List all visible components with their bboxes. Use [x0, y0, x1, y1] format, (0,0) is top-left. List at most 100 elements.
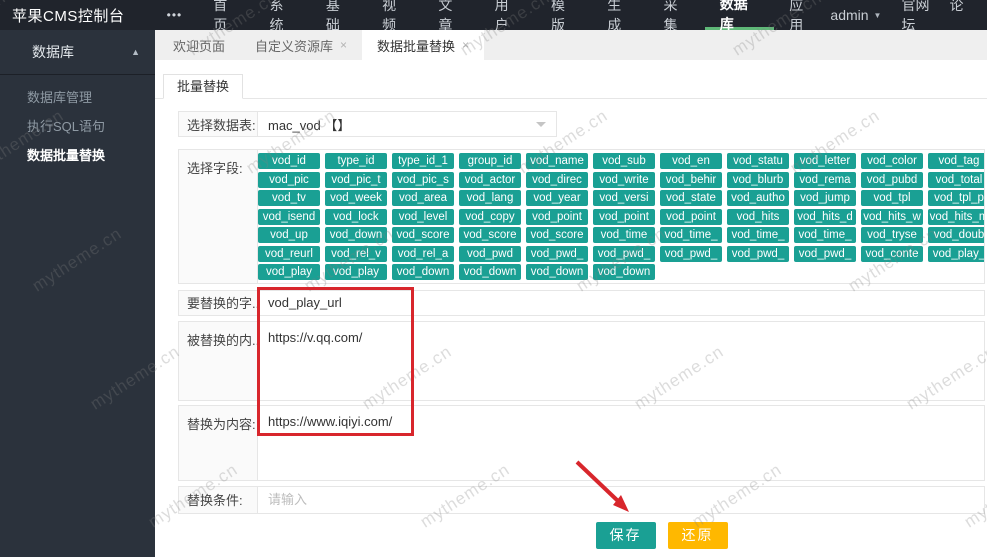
save-button[interactable]: 保存: [596, 522, 656, 549]
field-button-vod_tpl[interactable]: vod_tpl: [861, 190, 923, 206]
field-button-vod_point[interactable]: vod_point: [660, 209, 722, 225]
field-button-vod_blurb[interactable]: vod_blurb: [727, 172, 789, 188]
sidebar-group-database[interactable]: 数据库 ▲: [0, 30, 155, 75]
tab-数据批量替换[interactable]: 数据批量替换×: [362, 30, 484, 60]
nav-item-系统[interactable]: 系统: [255, 0, 311, 30]
field-button-vod_conte[interactable]: vod_conte: [861, 246, 923, 262]
field-button-vod_time_[interactable]: vod_time_: [794, 227, 856, 243]
nav-item-采集[interactable]: 采集: [649, 0, 705, 30]
field-button-vod_tv[interactable]: vod_tv: [258, 190, 320, 206]
tab-batch-replace[interactable]: 批量替换: [163, 74, 243, 99]
field-button-vod_year[interactable]: vod_year: [526, 190, 588, 206]
user-menu[interactable]: admin ▼: [830, 7, 881, 23]
field-button-vod_lock[interactable]: vod_lock: [325, 209, 387, 225]
field-button-vod_time_[interactable]: vod_time_: [660, 227, 722, 243]
field-button-vod_down[interactable]: vod_down: [325, 227, 387, 243]
field-button-vod_area[interactable]: vod_area: [392, 190, 454, 206]
field-button-group_id[interactable]: group_id: [459, 153, 521, 169]
search-content-textarea[interactable]: https://v.qq.com/: [258, 322, 984, 400]
field-button-vod_rel_v[interactable]: vod_rel_v: [325, 246, 387, 262]
field-button-vod_copy[interactable]: vod_copy: [459, 209, 521, 225]
condition-input[interactable]: [258, 487, 984, 513]
field-button-vod_pwd_[interactable]: vod_pwd_: [727, 246, 789, 262]
nav-item-首页[interactable]: 首页: [198, 0, 254, 30]
field-button-vod_jump[interactable]: vod_jump: [794, 190, 856, 206]
field-button-vod_pwd_[interactable]: vod_pwd_: [660, 246, 722, 262]
field-button-vod_down[interactable]: vod_down: [526, 264, 588, 280]
field-button-vod_statu[interactable]: vod_statu: [727, 153, 789, 169]
field-button-vod_play_[interactable]: vod_play_: [928, 246, 984, 262]
field-button-vod_reurl[interactable]: vod_reurl: [258, 246, 320, 262]
nav-item-模版[interactable]: 模版: [536, 0, 592, 30]
field-button-vod_down[interactable]: vod_down: [459, 264, 521, 280]
field-button-vod_time[interactable]: vod_time: [593, 227, 655, 243]
field-button-vod_tpl_p[interactable]: vod_tpl_p: [928, 190, 984, 206]
nav-item-基础[interactable]: 基础: [311, 0, 367, 30]
field-button-vod_pwd_[interactable]: vod_pwd_: [794, 246, 856, 262]
nav-item-应用[interactable]: 应用: [774, 0, 830, 30]
field-button-vod_pubd[interactable]: vod_pubd: [861, 172, 923, 188]
nav-item-生成[interactable]: 生成: [592, 0, 648, 30]
field-button-vod_play[interactable]: vod_play: [258, 264, 320, 280]
sidebar-item-数据批量替换[interactable]: 数据批量替换: [0, 141, 155, 170]
close-icon[interactable]: ×: [340, 39, 347, 51]
nav-item-用户[interactable]: 用户: [480, 0, 536, 30]
replace-content-textarea[interactable]: https://www.iqiyi.com/: [258, 406, 984, 480]
field-button-vod_behir[interactable]: vod_behir: [660, 172, 722, 188]
field-button-vod_rel_a[interactable]: vod_rel_a: [392, 246, 454, 262]
tab-自定义资源库[interactable]: 自定义资源库×: [240, 30, 362, 60]
field-button-vod_pwd_[interactable]: vod_pwd_: [526, 246, 588, 262]
field-button-vod_point[interactable]: vod_point: [526, 209, 588, 225]
close-icon[interactable]: ×: [462, 39, 469, 51]
field-button-vod_hits_w[interactable]: vod_hits_w: [861, 209, 923, 225]
table-select[interactable]: mac_vod 【】: [258, 112, 556, 136]
field-button-vod_name[interactable]: vod_name: [526, 153, 588, 169]
field-button-vod_week[interactable]: vod_week: [325, 190, 387, 206]
field-button-vod_score[interactable]: vod_score: [459, 227, 521, 243]
field-button-vod_pwd_[interactable]: vod_pwd_: [593, 246, 655, 262]
field-button-vod_tag[interactable]: vod_tag: [928, 153, 984, 169]
field-button-vod_down[interactable]: vod_down: [392, 264, 454, 280]
field-button-vod_pic[interactable]: vod_pic: [258, 172, 320, 188]
field-button-vod_up[interactable]: vod_up: [258, 227, 320, 243]
field-button-vod_write[interactable]: vod_write: [593, 172, 655, 188]
field-button-vod_down[interactable]: vod_down: [593, 264, 655, 280]
field-button-vod_tryse[interactable]: vod_tryse: [861, 227, 923, 243]
field-button-vod_pic_t[interactable]: vod_pic_t: [325, 172, 387, 188]
field-button-vod_color[interactable]: vod_color: [861, 153, 923, 169]
field-button-vod_id[interactable]: vod_id: [258, 153, 320, 169]
field-button-vod_hits[interactable]: vod_hits: [727, 209, 789, 225]
restore-button[interactable]: 还原: [668, 522, 728, 549]
field-button-vod_pwd[interactable]: vod_pwd: [459, 246, 521, 262]
field-button-vod_autho[interactable]: vod_autho: [727, 190, 789, 206]
field-button-vod_en[interactable]: vod_en: [660, 153, 722, 169]
nav-item-视频[interactable]: 视频: [367, 0, 423, 30]
nav-item-文章[interactable]: 文章: [423, 0, 479, 30]
field-button-vod_pic_s[interactable]: vod_pic_s: [392, 172, 454, 188]
field-button-vod_sub[interactable]: vod_sub: [593, 153, 655, 169]
field-button-vod_rema[interactable]: vod_rema: [794, 172, 856, 188]
field-button-type_id[interactable]: type_id: [325, 153, 387, 169]
sidebar-item-执行SQL语句[interactable]: 执行SQL语句: [0, 112, 155, 141]
field-button-vod_letter[interactable]: vod_letter: [794, 153, 856, 169]
field-button-vod_direc[interactable]: vod_direc: [526, 172, 588, 188]
nav-fold-icon[interactable]: •••: [151, 0, 199, 30]
field-button-vod_hits_m[interactable]: vod_hits_m: [928, 209, 984, 225]
field-button-vod_level[interactable]: vod_level: [392, 209, 454, 225]
field-button-vod_point[interactable]: vod_point: [593, 209, 655, 225]
field-button-vod_total[interactable]: vod_total: [928, 172, 984, 188]
topbar-link-官网[interactable]: 官网: [901, 0, 929, 13]
field-button-vod_isend[interactable]: vod_isend: [258, 209, 320, 225]
field-button-vod_score[interactable]: vod_score: [392, 227, 454, 243]
field-button-type_id_1[interactable]: type_id_1: [392, 153, 454, 169]
field-button-vod_score[interactable]: vod_score: [526, 227, 588, 243]
field-button-vod_hits_d[interactable]: vod_hits_d: [794, 209, 856, 225]
field-button-vod_play[interactable]: vod_play: [325, 264, 387, 280]
field-button-vod_time_[interactable]: vod_time_: [727, 227, 789, 243]
field-button-vod_doub[interactable]: vod_doub: [928, 227, 984, 243]
field-button-vod_lang[interactable]: vod_lang: [459, 190, 521, 206]
field-button-vod_actor[interactable]: vod_actor: [459, 172, 521, 188]
nav-item-数据库[interactable]: 数据库: [705, 0, 774, 30]
field-button-vod_versi[interactable]: vod_versi: [593, 190, 655, 206]
sidebar-item-数据库管理[interactable]: 数据库管理: [0, 83, 155, 112]
